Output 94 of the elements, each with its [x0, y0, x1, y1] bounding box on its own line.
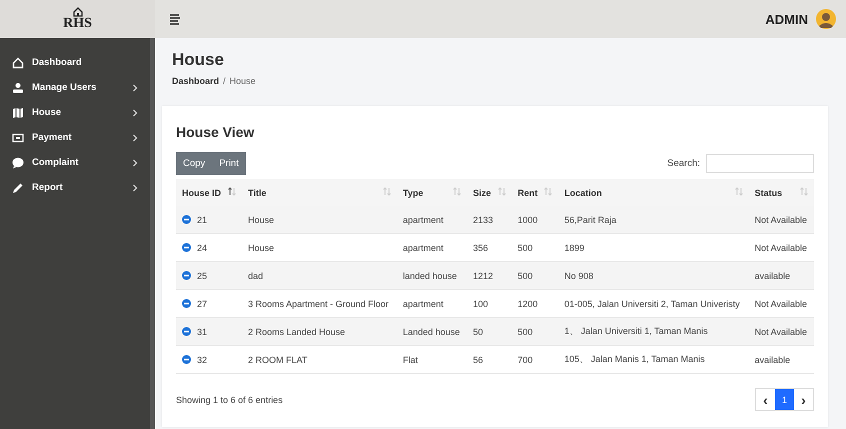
table-cell: 2 ROOM FLAT — [242, 346, 397, 374]
table-cell: Landed house — [396, 318, 467, 346]
table-cell: 100 — [466, 290, 512, 318]
card-title: House View — [176, 124, 256, 140]
home-icon — [12, 56, 24, 68]
table-cell: 1212 — [466, 262, 512, 290]
collapse-icon[interactable] — [182, 243, 191, 252]
sort-icon — [382, 187, 391, 196]
collapse-icon[interactable] — [182, 299, 191, 308]
chevron-right-icon — [132, 184, 138, 192]
breadcrumb-link[interactable]: Dashboard — [172, 76, 220, 86]
table-cell: apartment — [396, 234, 467, 262]
breadcrumb-current: House — [230, 76, 256, 86]
sort-icon — [228, 187, 236, 196]
avatar-icon[interactable] — [816, 9, 836, 29]
collapse-icon[interactable] — [182, 355, 191, 364]
collapse-icon[interactable] — [182, 327, 191, 336]
sidebar-item[interactable]: Payment — [0, 125, 150, 150]
table-cell: House — [242, 234, 397, 262]
table-cell: 500 — [512, 262, 558, 290]
brand-logo[interactable]: RHS — [0, 0, 155, 38]
chevron-right-icon — [132, 108, 138, 116]
column-header[interactable]: Title — [242, 179, 397, 206]
chevron-right-icon — [132, 158, 138, 166]
column-header[interactable]: Location — [558, 179, 749, 206]
chevron-right-icon — [132, 134, 138, 142]
sort-icon — [452, 187, 461, 196]
page-title: House — [172, 50, 225, 70]
column-header[interactable]: Status — [748, 179, 814, 206]
table-cell: No 908 — [558, 262, 749, 290]
page-button[interactable]: 1 — [775, 389, 794, 410]
sidebar-item[interactable]: Complaint — [0, 150, 150, 175]
table-cell: available — [748, 346, 814, 374]
house-icon — [72, 7, 82, 17]
table-cell: 21 — [176, 206, 242, 234]
table-info: Showing 1 to 6 of 6 entries — [176, 394, 283, 404]
table-cell: 3 Rooms Apartment - Ground Floor — [242, 290, 397, 318]
chevron-right-icon — [132, 84, 138, 92]
table-cell: 356 — [466, 234, 512, 262]
table-cell: 24 — [176, 234, 242, 262]
table-cell: landed house — [396, 262, 467, 290]
user-name[interactable]: ADMIN — [765, 12, 808, 26]
search-field[interactable] — [706, 154, 814, 173]
breadcrumb-separator: / — [223, 76, 226, 86]
table-cell: 01-005, Jalan Universiti 2, Taman Univeristy — [558, 290, 749, 318]
table-cell: apartment — [396, 290, 467, 318]
table-cell: 31 — [176, 318, 242, 346]
table-cell: Flat — [396, 346, 467, 374]
table-cell: 25 — [176, 262, 242, 290]
brand-name: RHS — [63, 17, 92, 31]
sort-icon — [800, 187, 808, 196]
money-icon — [12, 132, 24, 144]
sort-icon — [498, 187, 506, 196]
table-cell: 1000 — [512, 206, 558, 234]
table-cell: available — [748, 262, 814, 290]
table-cell: 2 Rooms Landed House — [242, 318, 397, 346]
table-cell: 700 — [512, 346, 558, 374]
table-cell: 500 — [512, 234, 558, 262]
table-cell: 1200 — [512, 290, 558, 318]
sort-icon — [544, 187, 552, 196]
table-cell: dad — [242, 262, 397, 290]
menu-icon — [169, 13, 181, 25]
column-header[interactable]: Size — [466, 179, 512, 206]
sort-icon — [734, 187, 743, 196]
table-cell: apartment — [396, 206, 467, 234]
column-header[interactable]: House ID — [176, 179, 242, 206]
table-cell: 105、 Jalan Manis 1, Taman Manis — [558, 346, 749, 374]
column-header[interactable]: Rent — [512, 179, 558, 206]
table-cell: Not Available — [748, 234, 814, 262]
pencil-icon — [12, 182, 24, 194]
table-cell: 56 — [466, 346, 512, 374]
collapse-icon[interactable] — [182, 271, 191, 280]
sidebar-item[interactable]: House — [0, 100, 150, 125]
table-cell: Not Available — [748, 318, 814, 346]
table-cell: Not Available — [748, 206, 814, 234]
table-cell: 50 — [466, 318, 512, 346]
table-cell: 1899 — [558, 234, 749, 262]
table-cell: 1、 Jalan Universiti 1, Taman Manis — [558, 318, 749, 346]
user-icon — [12, 82, 24, 94]
sidebar-item[interactable]: Dashboard — [0, 50, 150, 75]
table-cell: 27 — [176, 290, 242, 318]
map-icon — [12, 106, 24, 118]
table-cell: House — [242, 206, 397, 234]
table-cell: 32 — [176, 346, 242, 374]
table-cell: Not Available — [748, 290, 814, 318]
table-cell: 2133 — [466, 206, 512, 234]
sidebar-item[interactable]: Report — [0, 175, 150, 200]
column-header[interactable]: Type — [396, 179, 467, 206]
speech-bubble-icon — [12, 156, 24, 168]
search-label: Search: — [667, 158, 700, 169]
collapse-icon[interactable] — [182, 215, 191, 224]
table-cell: 500 — [512, 318, 558, 346]
table-cell: 56,Parit Raja — [558, 206, 749, 234]
sidebar-item[interactable]: Manage Users — [0, 75, 150, 100]
